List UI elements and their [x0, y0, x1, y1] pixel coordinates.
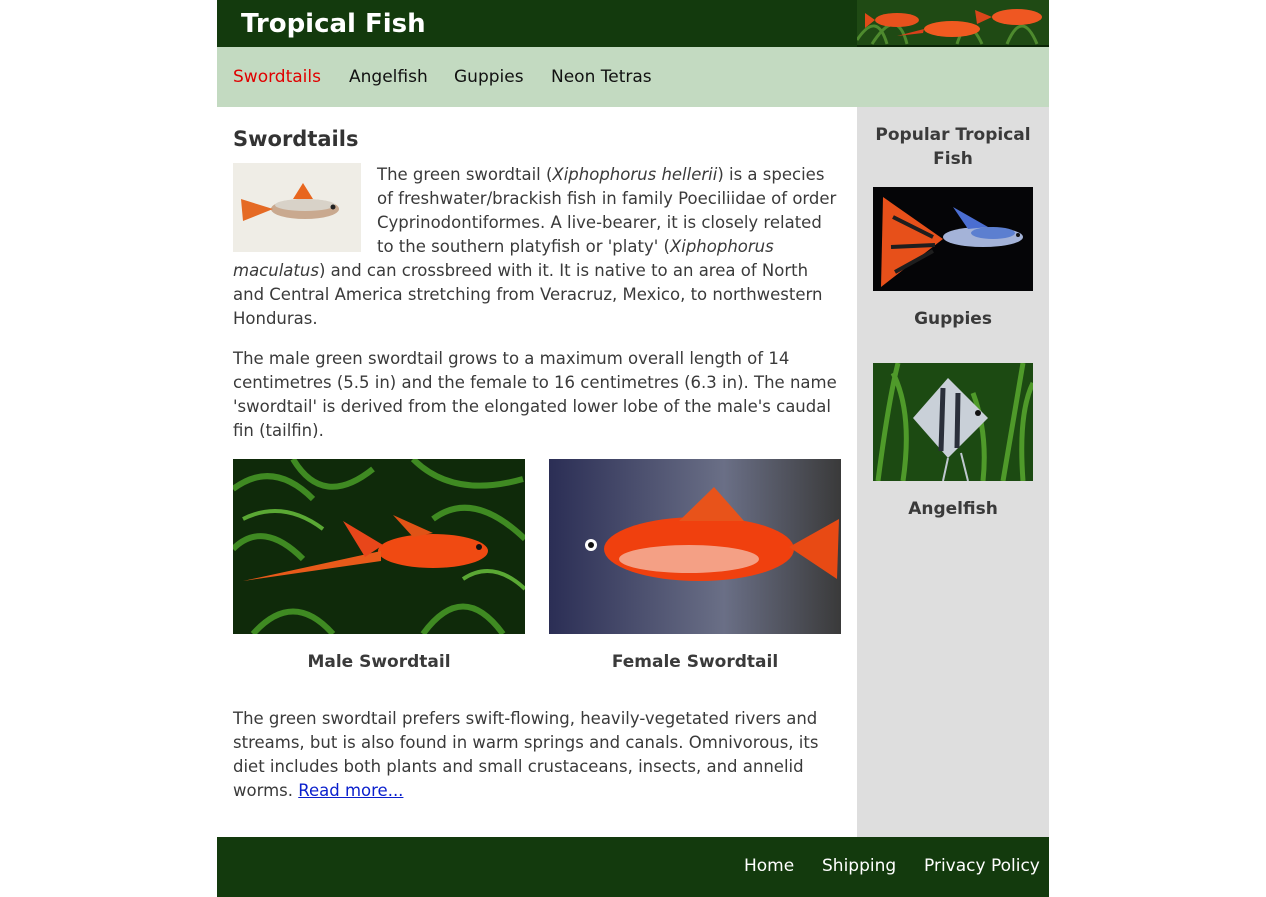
main-nav: Swordtails Angelfish Guppies Neon Tetras — [217, 47, 1049, 107]
intro-species-name: Xiphophorus hellerii — [552, 165, 718, 184]
sidebar-heading: Popular Tropical Fish — [875, 125, 1031, 169]
nav-swordtails[interactable]: Swordtails — [233, 66, 321, 88]
angelfish-caption: Angelfish — [908, 499, 998, 519]
female-swordtail-image — [549, 459, 841, 634]
female-swordtail-caption: Female Swordtail — [611, 652, 779, 672]
habitat-paragraph: The green swordtail prefers swift-flowin… — [233, 707, 823, 803]
page: Tropical Fish Swordtails Angelfish Guppi… — [217, 0, 1049, 897]
nav-guppies[interactable]: Guppies — [454, 66, 524, 88]
guppies-caption: Guppies — [914, 309, 992, 329]
male-swordtail-caption: Male Swordtail — [307, 652, 451, 672]
intro-text-1: The green swordtail ( — [377, 165, 553, 184]
angelfish-image — [873, 363, 1033, 481]
site-header: Tropical Fish — [217, 0, 1049, 47]
female-swordtail-figure: Female Swordtail — [549, 459, 841, 674]
footer-link-privacy-policy[interactable]: Privacy Policy — [924, 855, 1040, 877]
nav-neon-tetras[interactable]: Neon Tetras — [551, 66, 652, 88]
site-footer: Home Shipping Privacy Policy — [217, 837, 1049, 897]
sidebar: Popular Tropical Fish Guppies Angelfish — [857, 107, 1049, 837]
intro-paragraph: The green swordtail (Xiphophorus helleri… — [233, 163, 843, 331]
header-banner-image — [857, 0, 1049, 47]
footer-link-home[interactable]: Home — [744, 855, 794, 877]
guppy-image — [873, 187, 1033, 291]
male-swordtail-image — [233, 459, 525, 634]
size-paragraph: The male green swordtail grows to a maxi… — [233, 349, 837, 440]
page-heading: Swordtails — [233, 127, 359, 151]
male-swordtail-figure: Male Swordtail — [233, 459, 525, 674]
sidebar-item-angelfish[interactable]: Angelfish — [873, 363, 1033, 521]
main-content: Swordtails The green swordtail (Xiphopho… — [217, 107, 857, 837]
intro-text-3: ) and can crossbreed with it. It is nati… — [233, 261, 823, 328]
footer-link-shipping[interactable]: Shipping — [822, 855, 896, 877]
sidebar-item-guppies[interactable]: Guppies — [873, 187, 1033, 331]
swordtail-thumbnail-image — [233, 163, 361, 252]
nav-angelfish[interactable]: Angelfish — [349, 66, 428, 88]
site-title: Tropical Fish — [241, 9, 426, 39]
read-more-link[interactable]: Read more... — [298, 781, 403, 800]
